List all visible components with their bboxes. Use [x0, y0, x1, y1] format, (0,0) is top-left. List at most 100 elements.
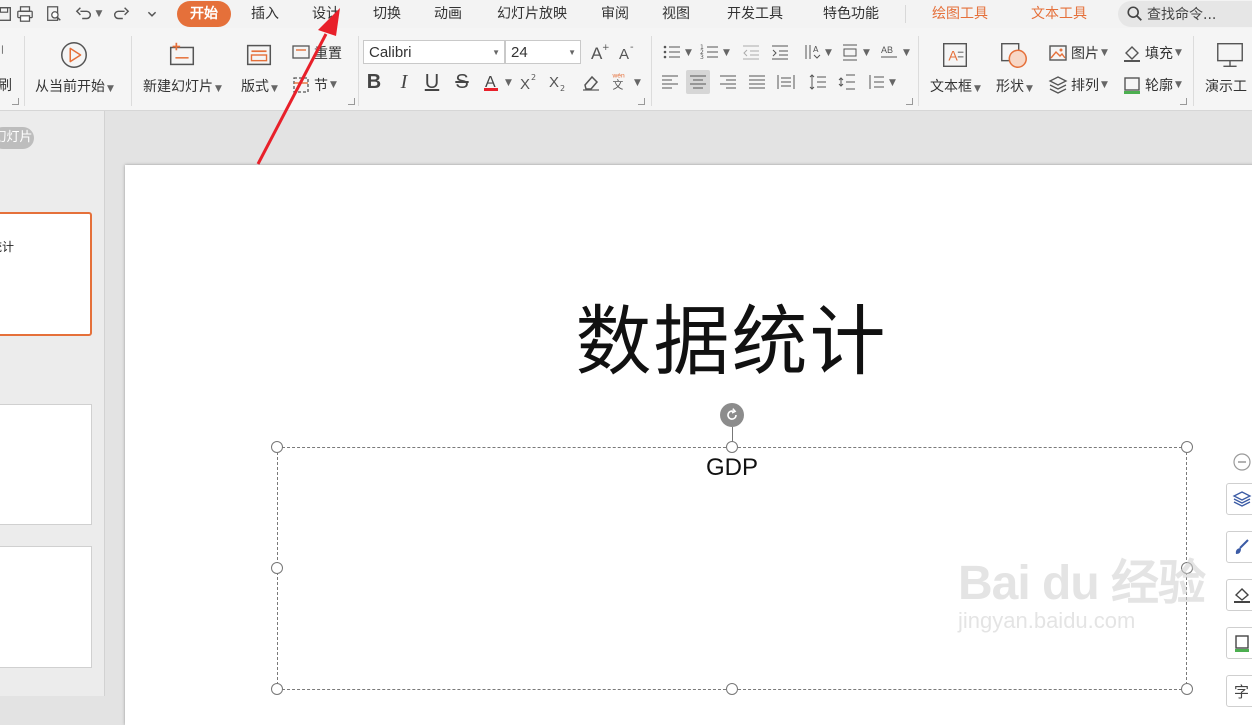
numbered-list-icon[interactable]: 123 — [698, 40, 722, 64]
align-right-icon[interactable] — [716, 70, 740, 94]
float-style-button[interactable] — [1225, 531, 1252, 563]
slide-thumbnail-3[interactable] — [0, 546, 92, 668]
line-spacing-icon[interactable] — [806, 70, 830, 94]
pinyin-dropdown[interactable]: ▼ — [632, 72, 641, 94]
collapse-toolbar-icon[interactable] — [1225, 451, 1252, 473]
fill-button[interactable]: 填充 ▼ — [1122, 42, 1182, 64]
new-slide-button[interactable]: 新建幻灯片 ▼ — [143, 38, 222, 96]
tab-view[interactable]: 视图 — [655, 1, 697, 27]
text-box-icon: A — [938, 38, 972, 72]
tab-transition[interactable]: 切换 — [366, 1, 408, 27]
text-direction-dropdown[interactable]: ▼ — [823, 42, 832, 64]
picture-button[interactable]: 图片 ▼ — [1048, 42, 1108, 64]
rotate-handle-icon[interactable] — [720, 403, 744, 427]
group-expander[interactable] — [1180, 98, 1187, 105]
print-preview-icon[interactable] — [44, 4, 64, 24]
decrease-font-icon[interactable]: A- — [616, 40, 640, 64]
shape-button[interactable]: 形状 ▼ — [996, 38, 1033, 96]
strikethrough-icon[interactable]: S — [450, 70, 474, 94]
italic-icon[interactable]: I — [392, 70, 416, 94]
distribute-icon[interactable] — [774, 70, 798, 94]
play-from-current-button[interactable]: 从当前开始 ▼ — [35, 38, 114, 96]
align-text-icon[interactable] — [838, 40, 862, 64]
decrease-indent-icon[interactable] — [739, 40, 763, 64]
justify-icon[interactable] — [745, 70, 769, 94]
save-icon[interactable] — [0, 4, 14, 24]
numbered-dropdown[interactable]: ▼ — [721, 42, 730, 64]
font-size-select[interactable]: 24 ▼ — [505, 40, 581, 64]
arrange-button[interactable]: 排列 ▼ — [1048, 74, 1108, 96]
undo-dropdown-icon[interactable]: ▼ — [92, 4, 104, 24]
slide-thumbnail-panel[interactable]: 幻灯片 数据统计 — [0, 111, 105, 696]
text-direction-icon[interactable]: A — [800, 40, 824, 64]
pinyin-guide-icon[interactable]: wén 文 — [608, 68, 632, 92]
resize-handle-top[interactable] — [726, 441, 738, 453]
current-slide[interactable]: 数据统计 GDP 字 Bai du 经验 jingyan.baidu.com — [125, 165, 1252, 725]
svg-text:-: - — [630, 42, 634, 53]
smart-art-dropdown[interactable]: ▼ — [901, 42, 910, 64]
section-button[interactable]: 节 ▼ — [291, 74, 337, 96]
smart-art-convert-icon[interactable]: AB — [878, 40, 902, 64]
bullet-dropdown[interactable]: ▼ — [683, 42, 692, 64]
tab-home[interactable]: 开始 — [177, 1, 231, 27]
tab-animation[interactable]: 动画 — [427, 1, 469, 27]
tab-text-tools[interactable]: 文本工具 — [1024, 1, 1094, 27]
clear-format-icon[interactable] — [579, 70, 603, 94]
float-text-button[interactable]: 字 — [1225, 675, 1252, 707]
superscript-icon[interactable]: X2 — [517, 70, 541, 94]
resize-handle-top-left[interactable] — [271, 441, 283, 453]
float-fill-button[interactable] — [1225, 579, 1252, 611]
text-box-content[interactable]: GDP — [278, 454, 1186, 482]
resize-handle-bottom[interactable] — [726, 683, 738, 695]
tab-insert[interactable]: 插入 — [244, 1, 286, 27]
spacing-options-icon[interactable] — [864, 70, 888, 94]
layout-label: 版式 — [241, 79, 269, 95]
group-expander[interactable] — [12, 98, 19, 105]
font-name-select[interactable]: Calibri ▼ — [363, 40, 505, 64]
align-center-icon[interactable] — [686, 70, 710, 94]
tab-design[interactable]: 设计 — [305, 1, 347, 27]
layout-button[interactable]: 版式 ▼ — [241, 38, 278, 96]
outline-button[interactable]: 轮廓 ▼ — [1122, 74, 1182, 96]
float-outline-button[interactable] — [1225, 627, 1252, 659]
presentation-tools-button[interactable]: 演示工 — [1205, 38, 1252, 96]
group-expander[interactable] — [906, 98, 913, 105]
resize-handle-top-right[interactable] — [1181, 441, 1193, 453]
font-color-dropdown[interactable]: ▼ — [503, 72, 512, 94]
reset-button[interactable]: 重置 — [291, 42, 342, 64]
tab-special-features[interactable]: 特色功能 — [815, 1, 887, 27]
command-search-box[interactable]: 查找命令... — [1118, 1, 1252, 27]
group-expander[interactable] — [348, 98, 355, 105]
align-left-icon[interactable] — [658, 70, 682, 94]
customize-toolbar-icon[interactable] — [142, 4, 162, 24]
print-icon[interactable] — [15, 4, 35, 24]
align-text-dropdown[interactable]: ▼ — [861, 42, 870, 64]
format-painter-button[interactable]: 刷 — [0, 74, 12, 96]
text-box-button[interactable]: A 文本框 ▼ — [930, 38, 981, 96]
slide-title[interactable]: 数据统计 — [125, 297, 1252, 387]
tab-slideshow[interactable]: 幻灯片放映 — [490, 1, 574, 27]
increase-font-icon[interactable]: A + — [588, 40, 612, 64]
increase-indent-icon[interactable] — [768, 40, 792, 64]
tab-developer[interactable]: 开发工具 — [720, 1, 790, 27]
tab-review[interactable]: 审阅 — [594, 1, 636, 27]
resize-handle-left[interactable] — [271, 562, 283, 574]
float-layers-button[interactable] — [1225, 483, 1252, 515]
slide-thumbnail-2[interactable] — [0, 404, 92, 525]
undo-icon[interactable] — [74, 4, 94, 24]
font-color-icon[interactable]: A — [480, 70, 504, 94]
underline-icon[interactable]: U — [420, 70, 444, 94]
editing-canvas[interactable]: 数据统计 GDP 字 Bai du 经验 jingyan.baidu.com — [105, 111, 1252, 725]
resize-handle-bottom-left[interactable] — [271, 683, 283, 695]
paragraph-spacing-icon[interactable] — [835, 70, 859, 94]
redo-icon[interactable] — [111, 4, 131, 24]
resize-handle-bottom-right[interactable] — [1181, 683, 1193, 695]
slide-thumbnail-1[interactable]: 数据统计 — [0, 212, 92, 336]
group-expander[interactable] — [638, 98, 645, 105]
tab-drawing-tools[interactable]: 绘图工具 — [925, 1, 995, 27]
slides-tab-badge[interactable]: 幻灯片 — [0, 127, 34, 149]
spacing-dropdown[interactable]: ▼ — [887, 72, 896, 94]
bold-icon[interactable]: B — [362, 70, 386, 94]
subscript-icon[interactable]: X2 — [546, 70, 570, 94]
bullet-list-icon[interactable] — [660, 40, 684, 64]
